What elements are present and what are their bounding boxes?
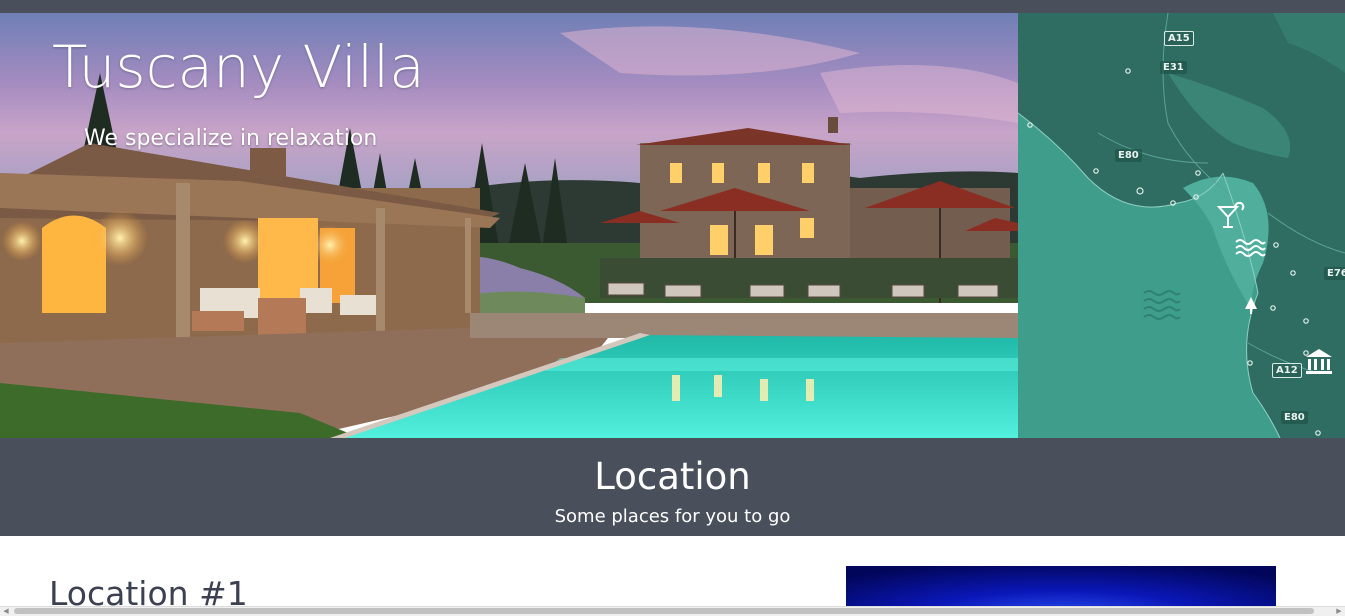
section-title: Location xyxy=(594,455,751,498)
hero-banner: Tuscany Villa We specialize in relaxatio… xyxy=(0,13,1018,438)
road-label-e80-south: E80 xyxy=(1281,411,1308,424)
road-label-e31: E31 xyxy=(1160,61,1187,74)
road-label-e76: E76 xyxy=(1324,267,1345,280)
road-label-a15: A15 xyxy=(1164,31,1194,46)
site-title: Tuscany Villa xyxy=(52,33,425,101)
road-label-a12: A12 xyxy=(1272,363,1302,378)
road-label-e80: E80 xyxy=(1115,149,1142,162)
site-tagline: We specialize in relaxation xyxy=(84,126,378,151)
location-map[interactable]: A15 E31 E80 E76 A12 E80 xyxy=(1018,13,1345,438)
scrollbar-thumb[interactable] xyxy=(14,608,1314,614)
section-subtitle: Some places for you to go xyxy=(554,506,791,527)
location-section-header: Location Some places for you to go xyxy=(0,438,1345,536)
top-nav-bar xyxy=(0,0,1345,13)
